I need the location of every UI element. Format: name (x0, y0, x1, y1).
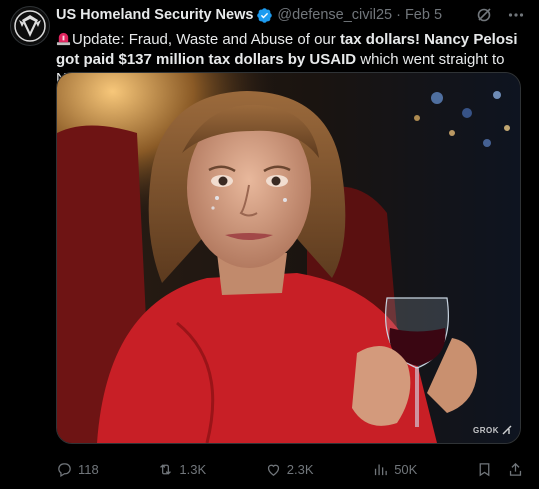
repost-button[interactable]: 1.3K (157, 461, 206, 478)
views-count: 50K (394, 462, 418, 477)
bookmark-button[interactable] (476, 461, 493, 478)
verified-badge-icon (257, 7, 273, 23)
heart-icon (267, 464, 279, 476)
share-icon (509, 462, 522, 476)
grok-icon[interactable] (475, 6, 493, 24)
siren-icon (56, 32, 71, 46)
analytics-icon (375, 464, 388, 476)
reply-icon (58, 463, 71, 478)
post-content: US Homeland Security News @defense_civil… (56, 6, 525, 478)
portrait-illustration (57, 73, 520, 443)
grok-logo-icon (502, 425, 512, 435)
author-name[interactable]: US Homeland Security News (56, 7, 253, 23)
post-image[interactable]: GROK (56, 72, 521, 444)
post-header: US Homeland Security News @defense_civil… (56, 6, 525, 24)
like-count: 2.3K (286, 462, 314, 477)
post-text-plain-1: Update: Fraud, Waste and Abuse of our (72, 31, 340, 48)
post[interactable]: US Homeland Security News @defense_civil… (0, 0, 539, 489)
grok-watermark-text: GROK (473, 425, 499, 435)
share-button[interactable] (507, 461, 524, 478)
repost-count: 1.3K (179, 462, 207, 477)
reply-count: 118 (78, 462, 99, 477)
repost-icon (160, 464, 172, 475)
action-bar: 118 1.3K 2.3K 50K (56, 461, 524, 478)
grok-watermark: GROK (473, 425, 512, 435)
author-handle[interactable]: @defense_civil25 (277, 7, 392, 23)
shield-emblem-icon (14, 10, 46, 42)
like-button[interactable]: 2.3K (265, 461, 314, 478)
separator-dot: · (396, 7, 401, 23)
reply-button[interactable]: 118 (56, 461, 99, 478)
bookmark-icon (479, 463, 490, 477)
more-options-icon[interactable] (507, 6, 525, 24)
avatar[interactable] (10, 6, 50, 46)
views-button[interactable]: 50K (372, 461, 417, 478)
post-date[interactable]: Feb 5 (405, 7, 442, 23)
